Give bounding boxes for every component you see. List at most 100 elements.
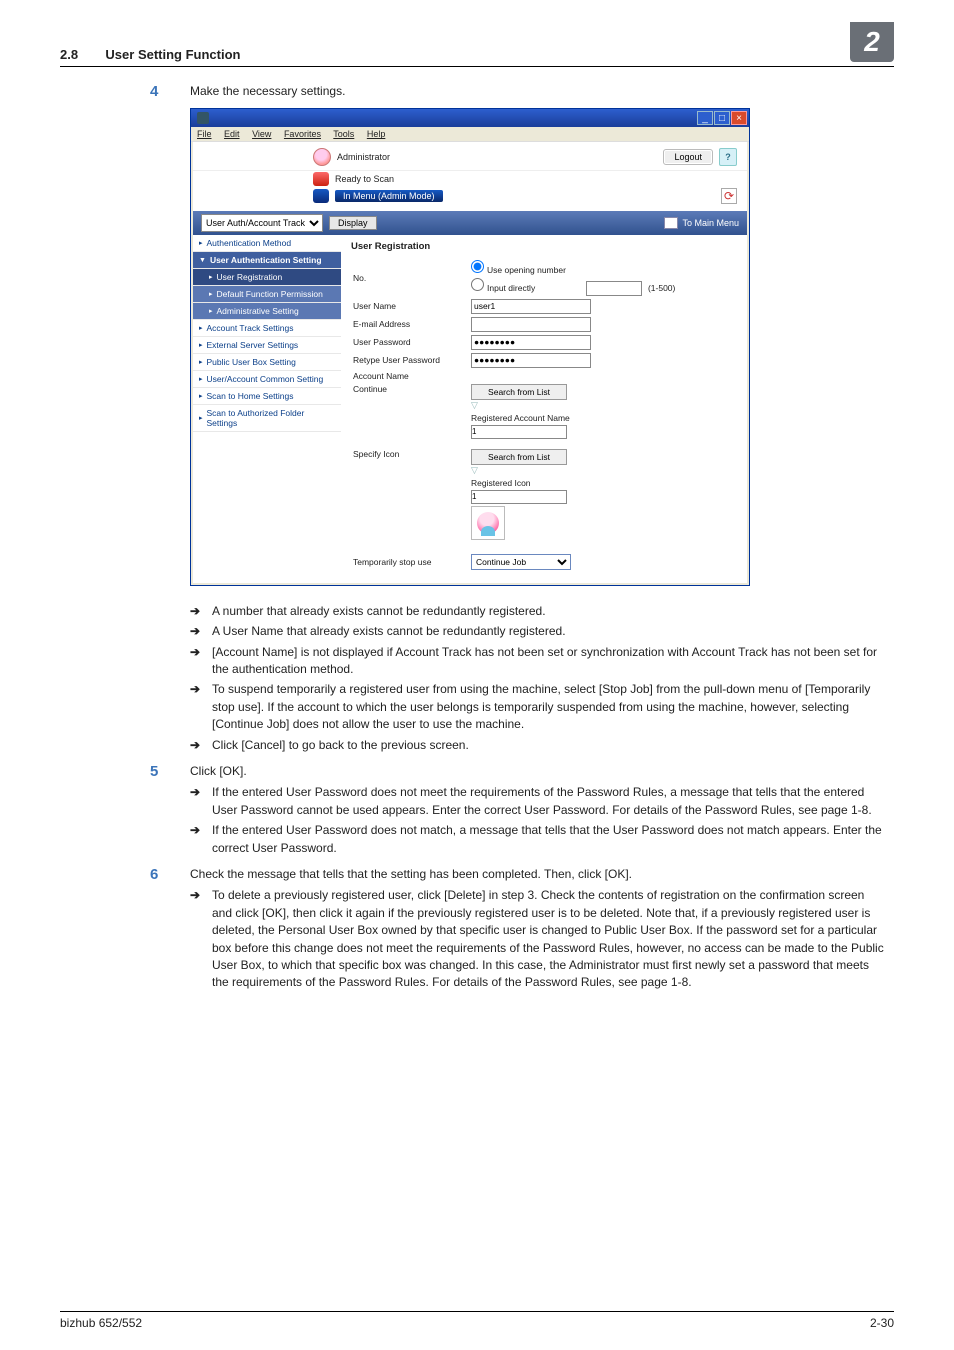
browser-menubar: File Edit View Favorites Tools Help <box>191 127 749 142</box>
arrow-icon: ➔ <box>190 623 212 640</box>
to-main-menu-link[interactable]: To Main Menu <box>664 217 739 229</box>
retype-password-label: Retype User Password <box>351 355 471 365</box>
caret-icon: ▸ <box>199 392 203 400</box>
logout-button[interactable]: Logout <box>663 149 713 165</box>
step-4: 4 Make the necessary settings. <box>150 83 894 100</box>
no-input[interactable] <box>586 281 642 296</box>
caret-icon: ▸ <box>209 290 213 298</box>
arrow-icon: ➔ <box>190 737 212 754</box>
user-name-input[interactable] <box>471 299 591 314</box>
nav-user-auth-setting[interactable]: ▼User Authentication Setting <box>193 252 341 269</box>
arrow-icon: ➔ <box>190 822 212 857</box>
window-titlebar: _ □ × <box>191 109 749 127</box>
arrow-icon: ➔ <box>190 644 212 679</box>
email-input[interactable] <box>471 317 591 332</box>
arrow-icon: ➔ <box>190 887 212 991</box>
caret-icon: ▸ <box>209 273 213 281</box>
display-button[interactable]: Display <box>329 216 377 230</box>
reg-account-name-label: Registered Account Name <box>471 413 737 423</box>
status-rows: Ready to Scan In Menu (Admin Mode) ⟳ <box>193 171 747 211</box>
temp-stop-label: Temporarily stop use <box>351 557 471 567</box>
account-name-label: Account Name <box>351 371 471 381</box>
caret-icon: ▸ <box>199 414 203 422</box>
caret-icon: ▸ <box>199 358 203 366</box>
menu-view[interactable]: View <box>252 129 271 139</box>
menu-edit[interactable]: Edit <box>224 129 240 139</box>
main-menu-icon <box>664 217 678 229</box>
user-password-input[interactable] <box>471 335 591 350</box>
refresh-icon[interactable]: ⟳ <box>721 188 737 204</box>
app-body: Administrator Logout ? Ready to Scan In … <box>191 142 749 585</box>
arrow-icon: ➔ <box>190 603 212 620</box>
step-6-sub-a: To delete a previously registered user, … <box>212 887 886 991</box>
radio-input-directly[interactable] <box>471 278 484 291</box>
nav-account-track[interactable]: ▸Account Track Settings <box>193 320 341 337</box>
email-label: E-mail Address <box>351 319 471 329</box>
step-4-text: Make the necessary settings. <box>190 83 894 100</box>
menu-help[interactable]: Help <box>367 129 386 139</box>
reg-account-name-input[interactable] <box>471 425 567 439</box>
registered-icon-preview <box>471 506 505 540</box>
step-5-num: 5 <box>150 763 190 860</box>
footer-right: 2-30 <box>870 1316 894 1330</box>
arrow-icon: ➔ <box>190 784 212 819</box>
step-4-num: 4 <box>150 83 190 100</box>
caret-icon: ▸ <box>209 307 213 315</box>
step-6-text: Check the message that tells that the se… <box>190 866 886 883</box>
window-app-icon <box>197 112 209 124</box>
nav-authentication-method[interactable]: ▸Authentication Method <box>193 235 341 252</box>
caret-down-icon: ▼ <box>199 257 206 264</box>
menu-status-icon <box>313 189 329 203</box>
help-icon[interactable]: ? <box>719 148 737 166</box>
menu-file[interactable]: File <box>197 129 212 139</box>
step-6: 6 Check the message that tells that the … <box>150 866 894 995</box>
user-password-label: User Password <box>351 337 471 347</box>
step-4-sub-c: [Account Name] is not displayed if Accou… <box>212 644 886 679</box>
panes: ▸Authentication Method ▼User Authenticat… <box>193 235 747 583</box>
nav-scan-to-home[interactable]: ▸Scan to Home Settings <box>193 388 341 405</box>
step-4-sub-d: To suspend temporarily a registered user… <box>212 681 886 733</box>
arrow-icon: ➔ <box>190 681 212 733</box>
caret-icon: ▸ <box>199 341 203 349</box>
menu-tools[interactable]: Tools <box>333 129 354 139</box>
step-5-sub-a: If the entered User Password does not me… <box>212 784 886 819</box>
radio-use-opening-label: Use opening number <box>487 265 566 275</box>
search-from-list-button-2[interactable]: Search from List <box>471 449 567 465</box>
retype-password-input[interactable] <box>471 353 591 368</box>
nav-user-account-common[interactable]: ▸User/Account Common Setting <box>193 371 341 388</box>
step-4-sub-a: A number that already exists cannot be r… <box>212 603 886 620</box>
user-icon <box>477 512 499 534</box>
maximize-button[interactable]: □ <box>714 111 730 125</box>
minimize-button[interactable]: _ <box>697 111 713 125</box>
step-5: 5 Click [OK]. ➔If the entered User Passw… <box>150 763 894 860</box>
nav-default-func-permission[interactable]: ▸Default Function Permission <box>193 286 341 303</box>
nav-scan-to-auth-folder[interactable]: ▸Scan to Authorized Folder Settings <box>193 405 341 432</box>
caret-icon: ▸ <box>199 239 203 247</box>
reg-icon-input[interactable] <box>471 490 567 504</box>
form-area: User Registration No. Use opening number… <box>341 235 747 583</box>
close-button[interactable]: × <box>731 111 747 125</box>
temp-stop-select[interactable]: Continue Job <box>471 554 571 570</box>
admin-indicator: Administrator <box>313 148 390 166</box>
reg-icon-label: Registered Icon <box>471 478 737 488</box>
scanner-status-icon <box>313 172 329 186</box>
nav-user-registration[interactable]: ▸User Registration <box>193 269 341 286</box>
section-title: User Setting Function <box>105 47 240 62</box>
specify-icon-label: Specify Icon <box>351 449 471 459</box>
user-name-label: User Name <box>351 301 471 311</box>
step-5-sub-b: If the entered User Password does not ma… <box>212 822 886 857</box>
menu-favorites[interactable]: Favorites <box>284 129 321 139</box>
brand-row: Administrator Logout ? <box>193 142 747 171</box>
section-number: 2.8 <box>60 47 78 62</box>
nav-public-user-box[interactable]: ▸Public User Box Setting <box>193 354 341 371</box>
radio-input-directly-label: Input directly <box>487 283 535 293</box>
nav-external-server[interactable]: ▸External Server Settings <box>193 337 341 354</box>
nav-category-select[interactable]: User Auth/Account Track <box>201 214 323 232</box>
chevron-down-icon: ▽ <box>471 465 737 476</box>
caret-icon: ▸ <box>199 375 203 383</box>
radio-use-opening[interactable] <box>471 260 484 273</box>
admin-label: Administrator <box>337 152 390 162</box>
doc-footer: bizhub 652/552 2-30 <box>60 1311 894 1330</box>
search-from-list-button-1[interactable]: Search from List <box>471 384 567 400</box>
nav-administrative-setting[interactable]: ▸Administrative Setting <box>193 303 341 320</box>
